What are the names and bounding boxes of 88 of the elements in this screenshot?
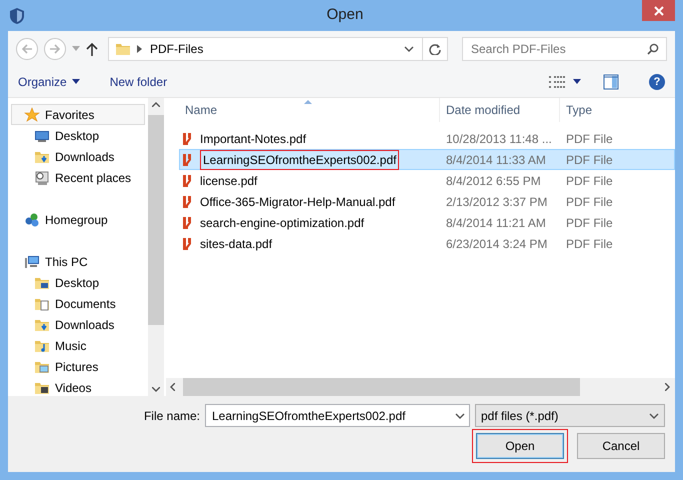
caret-icon (573, 79, 581, 84)
file-type-dropdown[interactable]: pdf files (*.pdf) (475, 404, 665, 427)
pdf-file-icon (180, 236, 194, 252)
file-type: PDF File (565, 152, 613, 168)
pdf-file-icon (180, 194, 194, 210)
path-text: PDF-Files (150, 40, 204, 58)
file-type: PDF File (565, 130, 613, 148)
organize-button[interactable]: Organize (18, 72, 80, 90)
file-row[interactable]: search-engine-optimization.pdf 8/4/2014 11:21 AM PDF File (179, 212, 675, 233)
sidebar-item[interactable]: Homegroup (11, 209, 145, 230)
chevron-down-icon (404, 46, 414, 52)
file-name: license.pdf (200, 172, 258, 190)
sidebar-item[interactable]: Pictures (11, 356, 145, 377)
open-button[interactable]: Open (476, 433, 564, 459)
app-shield-icon (8, 6, 26, 24)
sidebar-item[interactable]: Favorites (11, 104, 145, 125)
sidebar-item[interactable]: Desktop (11, 125, 145, 146)
search-field[interactable]: Search PDF-Files (462, 36, 667, 60)
preview-pane-button[interactable] (603, 74, 619, 90)
sidebar-item[interactable]: This PC (11, 251, 145, 272)
file-date: 6/23/2014 3:24 PM (445, 236, 548, 252)
file-type: PDF File (565, 194, 613, 210)
file-name: LearningSEOfromtheExperts002.pdf (200, 150, 400, 170)
file-row[interactable]: license.pdf 8/4/2012 6:55 PM PDF File (179, 170, 675, 191)
dropdown-caret-icon (72, 46, 80, 51)
sidebar-item[interactable]: Downloads (11, 146, 145, 167)
star-icon (24, 106, 40, 122)
caret-icon (72, 79, 80, 84)
file-name: search-engine-optimization.pdf (200, 214, 364, 232)
view-options-button[interactable] (549, 76, 581, 88)
file-name-field[interactable]: LearningSEOfromtheExperts002.pdf (205, 404, 470, 427)
column-header[interactable]: Date modified (440, 98, 560, 122)
sidebar-item[interactable]: Downloads (11, 314, 145, 335)
back-arrow-icon (21, 42, 33, 54)
file-date: 10/28/2013 11:48 ... (445, 130, 553, 148)
breadcrumb-arrow-icon (137, 44, 142, 52)
file-name: sites-data.pdf (200, 236, 272, 252)
sidebar-item[interactable]: Recent places (11, 167, 145, 188)
pdf-file-icon (180, 172, 194, 188)
chevron-down-icon (649, 412, 659, 418)
sidebar-item[interactable]: Videos (11, 377, 145, 396)
file-date: 8/4/2014 11:21 AM (445, 214, 547, 232)
close-icon (654, 6, 664, 16)
scroll-right-icon (665, 383, 670, 391)
file-type: PDF File (565, 214, 613, 232)
preview-pane-icon (603, 74, 619, 90)
scrollbar-thumb[interactable] (183, 378, 580, 396)
sidebar-item[interactable]: Desktop (11, 272, 145, 293)
pdf-file-icon (180, 130, 194, 146)
file-row[interactable]: Important-Notes.pdf 10/28/2013 11:48 ... PDF File (179, 128, 675, 149)
file-type: PDF File (565, 236, 613, 252)
address-bar[interactable]: PDF-Files (108, 36, 448, 60)
file-date: 8/4/2014 11:33 AM (445, 152, 547, 168)
recent-places-icon (34, 170, 50, 186)
file-name: Important-Notes.pdf (200, 130, 306, 148)
chevron-down-icon (455, 412, 465, 418)
scroll-down-icon (152, 387, 160, 392)
file-date: 2/13/2012 3:37 PM (445, 194, 548, 210)
scroll-up-icon (152, 102, 160, 107)
computer-icon (24, 254, 40, 270)
sidebar-item[interactable]: Music (11, 335, 145, 356)
horizontal-scrollbar[interactable] (166, 378, 675, 396)
file-row[interactable]: sites-data.pdf 6/23/2014 3:24 PM PDF File (179, 233, 675, 254)
column-header[interactable]: Type (560, 98, 675, 122)
help-button[interactable]: ? (649, 74, 665, 90)
vertical-scrollbar[interactable] (148, 98, 164, 396)
pdf-file-icon (180, 152, 194, 168)
up-arrow-icon (86, 42, 98, 56)
window-title: Open (326, 5, 364, 26)
file-name: Office-365-Migrator-Help-Manual.pdf (200, 194, 396, 210)
scroll-left-icon (170, 383, 175, 391)
details-view-icon (549, 76, 565, 88)
file-row[interactable]: LearningSEOfromtheExperts002.pdf 8/4/2014 11:33 AM PDF File (179, 149, 675, 170)
search-icon (647, 42, 659, 54)
file-name-label: File name: (144, 408, 200, 424)
close-button[interactable] (642, 0, 675, 21)
pdf-file-icon (180, 214, 194, 230)
forward-arrow-icon (49, 42, 61, 54)
file-row[interactable]: Office-365-Migrator-Help-Manual.pdf 2/13/2012 3:37 PM PDF File (179, 191, 675, 212)
homegroup-icon (24, 212, 40, 228)
new-folder-button[interactable]: New folder (110, 72, 168, 90)
file-type: PDF File (565, 172, 613, 190)
cancel-button[interactable]: Cancel (577, 433, 665, 459)
scrollbar-thumb[interactable] (148, 115, 164, 325)
sort-arrow-icon (304, 100, 312, 104)
sidebar-item[interactable]: Documents (11, 293, 145, 314)
refresh-icon (429, 42, 441, 54)
file-date: 8/4/2012 6:55 PM (445, 172, 542, 190)
